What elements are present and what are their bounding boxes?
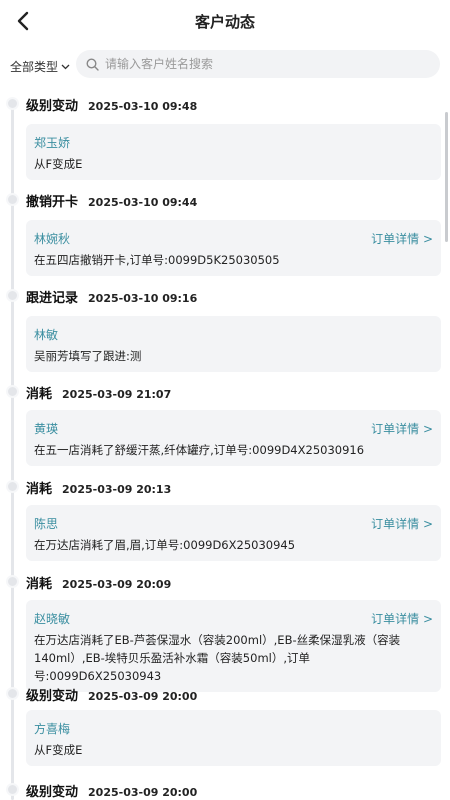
- event-description: 从F变成E: [34, 743, 83, 757]
- page-title: 客户动态: [194, 13, 255, 31]
- event-time: 2025-03-09 20:13: [62, 483, 172, 496]
- order-detail-link[interactable]: 订单详情 >: [371, 230, 433, 247]
- customer-name[interactable]: 赵晓敏: [34, 610, 70, 627]
- event-card[interactable]: 郑玉娇 从F变成E: [26, 124, 441, 180]
- event-card[interactable]: 赵晓敏 订单详情 > 在万达店消耗了EB-芦荟保湿水（容装200ml）,EB-丝…: [26, 600, 441, 692]
- event-description: 在万达店消耗了眉,眉,订单号:0099D6X25030945: [34, 538, 296, 552]
- event-type: 消耗: [26, 482, 53, 497]
- event-type: 撤销开卡: [26, 195, 79, 210]
- order-detail-link[interactable]: 订单详情 >: [371, 420, 433, 437]
- timeline-dot: [6, 385, 19, 398]
- event-card[interactable]: 方喜梅 从F变成E: [26, 710, 441, 766]
- event-type: 级别变动: [26, 99, 79, 114]
- chevron-down-icon: [61, 64, 70, 69]
- customer-name[interactable]: 方喜梅: [34, 720, 70, 737]
- timeline-dot: [6, 193, 19, 206]
- event-card[interactable]: 林婉秋 订单详情 > 在五四店撤销开卡,订单号:0099D5K25030505: [26, 220, 441, 276]
- customer-name[interactable]: 黄瑛: [34, 420, 58, 437]
- timeline-dot: [6, 687, 19, 700]
- type-filter-label: 全部类型: [10, 60, 59, 74]
- event-description: 在五一店消耗了舒缓汗蒸,纤体罐疗,订单号:0099D4X25030916: [34, 443, 365, 457]
- event-time: 2025-03-09 20:00: [88, 690, 198, 703]
- event-description: 吴丽芳填写了跟进:测: [34, 349, 142, 363]
- event-time: 2025-03-10 09:44: [88, 196, 198, 209]
- scrollbar[interactable]: [445, 112, 448, 242]
- customer-name[interactable]: 林敏: [34, 326, 58, 343]
- timeline-dot: [6, 480, 19, 493]
- event-time: 2025-03-09 21:07: [62, 388, 172, 401]
- timeline-dot: [6, 783, 19, 796]
- type-filter-dropdown[interactable]: 全部类型: [10, 58, 70, 75]
- event-time: 2025-03-10 09:48: [88, 100, 198, 113]
- order-detail-link[interactable]: 订单详情 >: [371, 515, 433, 532]
- customer-name[interactable]: 林婉秋: [34, 230, 70, 247]
- timeline-dot: [6, 97, 19, 110]
- nav-bar: 客户动态: [0, 0, 450, 42]
- event-time: 2025-03-09 20:09: [62, 578, 172, 591]
- timeline-list[interactable]: 级别变动 2025-03-10 09:48 郑玉娇 从F变成E 撤销开卡 2025-…: [0, 86, 450, 800]
- customer-name[interactable]: 陈思: [34, 515, 58, 532]
- search-box[interactable]: [76, 50, 440, 78]
- event-card[interactable]: 林敏 吴丽芳填写了跟进:测: [26, 316, 441, 372]
- event-description: 从F变成E: [34, 157, 83, 171]
- event-card[interactable]: 陈思 订单详情 > 在万达店消耗了眉,眉,订单号:0099D6X25030945: [26, 505, 441, 561]
- event-description: 在万达店消耗了EB-芦荟保湿水（容装200ml）,EB-丝柔保湿乳液（容装140…: [34, 633, 401, 683]
- timeline-dot: [6, 575, 19, 588]
- event-type: 级别变动: [26, 785, 79, 800]
- event-type: 消耗: [26, 577, 53, 592]
- event-type: 跟进记录: [26, 291, 79, 306]
- filter-bar: 全部类型: [0, 42, 450, 86]
- event-time: 2025-03-10 09:16: [88, 292, 198, 305]
- event-type: 消耗: [26, 387, 53, 402]
- event-description: 在五四店撤销开卡,订单号:0099D5K25030505: [34, 253, 280, 267]
- order-detail-link[interactable]: 订单详情 >: [371, 610, 433, 627]
- timeline-dot: [6, 289, 19, 302]
- search-icon: [86, 57, 99, 71]
- event-type: 级别变动: [26, 689, 79, 704]
- search-input[interactable]: [105, 57, 405, 71]
- event-card[interactable]: 黄瑛 订单详情 > 在五一店消耗了舒缓汗蒸,纤体罐疗,订单号:0099D4X25…: [26, 410, 441, 466]
- customer-name[interactable]: 郑玉娇: [34, 134, 70, 151]
- event-time: 2025-03-09 20:00: [88, 786, 198, 799]
